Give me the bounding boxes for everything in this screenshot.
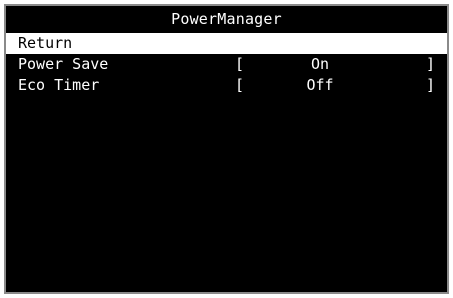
menu-title: PowerManager [171, 10, 282, 28]
menu-item-label: Power Save [18, 55, 109, 73]
eco-timer-value: Off [306, 76, 334, 94]
menu-item-label: Eco Timer [18, 76, 100, 94]
power-save-value: On [310, 55, 330, 73]
menu-item-power-save[interactable]: Power Save [ On ] [6, 54, 447, 75]
value-bracket-open: [ [235, 55, 245, 73]
osd-menu-panel: PowerManager Return Power Save [ On ] Ec… [4, 4, 449, 294]
menu-item-label: Return [18, 34, 73, 52]
value-bracket-open: [ [235, 76, 245, 94]
menu-item-eco-timer[interactable]: Eco Timer [ Off ] [6, 75, 447, 96]
value-bracket-close: ] [425, 55, 435, 73]
menu-item-return[interactable]: Return [6, 33, 447, 54]
value-bracket-close: ] [425, 76, 435, 94]
